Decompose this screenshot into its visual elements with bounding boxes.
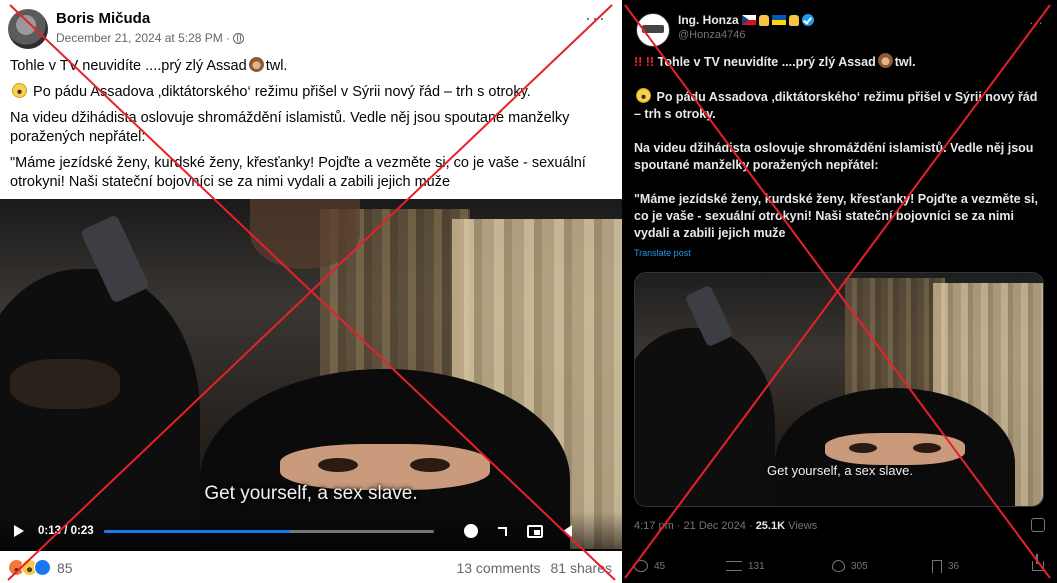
post-paragraph-3: Na videu džihádista oslovuje shromáždění… bbox=[634, 141, 1034, 172]
thumbs-up-icon bbox=[758, 14, 769, 26]
video-frame-eye bbox=[849, 443, 877, 453]
video-frame-eye bbox=[318, 458, 358, 472]
post-footer: 85 13 comments 81 shares bbox=[0, 556, 622, 583]
more-options-button[interactable]: ··· bbox=[585, 8, 606, 29]
post-text: Tohle v TV neuvidíte ....prý zlý Assad tw… bbox=[10, 57, 612, 199]
video-frame-eye bbox=[913, 443, 941, 453]
post-paragraph-4: "Máme jezídské ženy, kurdské ženy, křesť… bbox=[634, 192, 1038, 240]
author-avatar[interactable] bbox=[8, 9, 48, 49]
see-no-evil-monkey-icon bbox=[248, 57, 264, 72]
screaming-face-icon bbox=[636, 88, 651, 103]
play-icon[interactable] bbox=[14, 525, 24, 537]
video-time: 0:13 / 0:23 bbox=[38, 525, 94, 537]
timestamp-text[interactable]: December 21, 2024 at 5:28 PM · bbox=[56, 31, 230, 45]
author-name-row[interactable]: Ing. Honza bbox=[678, 13, 814, 27]
verified-badge-icon bbox=[801, 14, 814, 26]
post-time[interactable]: 4:17 pm · 21 Dec 2024 · bbox=[634, 520, 756, 532]
post-paragraph-1: !! !! Tohle v TV neuvidíte ....prý zlý A… bbox=[634, 53, 1044, 71]
translate-post-link[interactable]: Translate post bbox=[634, 245, 1044, 262]
author-name[interactable]: Ing. Honza bbox=[678, 13, 739, 27]
engagement-counts: 13 comments 81 shares bbox=[456, 560, 612, 576]
bookmark-button[interactable]: 36 bbox=[932, 559, 960, 573]
video-frame-face-left bbox=[10, 359, 120, 409]
double-exclamation-icons: !! !! bbox=[634, 55, 655, 69]
fullscreen-expand-icon[interactable] bbox=[497, 526, 507, 536]
reply-count: 45 bbox=[654, 560, 666, 572]
video-player[interactable]: Get yourself, a sex slave. 0:13 / 0:23 bbox=[0, 199, 622, 551]
screaming-face-icon bbox=[12, 83, 27, 98]
share-button[interactable] bbox=[1032, 554, 1044, 571]
post-text: !! !! Tohle v TV neuvidíte ....prý zlý A… bbox=[634, 53, 1044, 262]
shares-link[interactable]: 81 shares bbox=[551, 560, 612, 576]
views-count: 25.1K bbox=[755, 520, 786, 532]
x-post: Ing. Honza @Honza4746 ··· !! !! Tohle v … bbox=[622, 0, 1057, 583]
video-frame-face-center bbox=[825, 433, 965, 465]
post-paragraph-2: Po pádu Assadova ‚diktátorského‘ režimu … bbox=[10, 83, 612, 102]
ukraine-flag-icon bbox=[771, 15, 786, 25]
action-bar: 45 131 305 36 bbox=[622, 554, 1057, 577]
comments-link[interactable]: 13 comments bbox=[456, 560, 540, 576]
czech-flag-icon bbox=[741, 15, 756, 25]
video-media[interactable]: Get yourself, a sex slave. bbox=[634, 272, 1044, 507]
para1-text: Tohle v TV neuvidíte ....prý zlý Assad bbox=[10, 58, 247, 74]
grok-icon[interactable] bbox=[1031, 518, 1045, 532]
facebook-post: Boris Mičuda December 21, 2024 at 5:28 P… bbox=[0, 0, 622, 583]
video-progress-bar[interactable] bbox=[103, 529, 434, 533]
video-subtitle: Get yourself, a sex slave. bbox=[767, 463, 913, 478]
para1-end-text: twl. bbox=[265, 58, 288, 74]
post-meta: 4:17 pm · 21 Dec 2024 · 25.1K Views bbox=[634, 520, 817, 532]
line1-end-text: twl. bbox=[894, 55, 916, 69]
repost-icon bbox=[726, 561, 742, 571]
settings-gear-icon[interactable] bbox=[463, 524, 478, 538]
para2-text: Po pádu Assadova ‚diktátorského‘ režimu … bbox=[634, 90, 1038, 121]
globe-icon bbox=[233, 32, 245, 44]
reply-button[interactable]: 45 bbox=[634, 560, 665, 572]
see-no-evil-monkey-icon bbox=[877, 53, 893, 68]
video-frame-person-left bbox=[635, 328, 775, 506]
post-paragraph-2: Po pádu Assadova ‚diktátorského‘ režimu … bbox=[634, 88, 1044, 123]
bookmark-count: 36 bbox=[948, 560, 960, 572]
like-reaction-icon bbox=[34, 559, 51, 576]
like-count: 305 bbox=[851, 560, 868, 572]
views-label: Views bbox=[785, 520, 818, 532]
video-progress-fill bbox=[103, 529, 291, 533]
like-button[interactable]: 305 bbox=[832, 560, 868, 572]
reply-icon bbox=[634, 560, 648, 572]
video-frame-person-left bbox=[0, 269, 200, 551]
share-icon bbox=[1032, 554, 1044, 571]
picture-in-picture-icon[interactable] bbox=[526, 524, 543, 538]
repost-button[interactable]: 131 bbox=[726, 561, 765, 572]
video-controls: 0:13 / 0:23 bbox=[0, 511, 622, 551]
repost-count: 131 bbox=[748, 560, 765, 572]
post-paragraph-1: Tohle v TV neuvidíte ....prý zlý Assad tw… bbox=[10, 57, 612, 76]
bookmark-icon bbox=[932, 559, 942, 573]
line1-text: Tohle v TV neuvidíte ....prý zlý Assad bbox=[657, 55, 876, 69]
post-paragraph-3: Na videu džihádista oslovuje shromáždění… bbox=[10, 110, 570, 145]
video-frame-hand bbox=[250, 199, 360, 269]
thumbs-down-icon bbox=[788, 14, 799, 26]
author-avatar[interactable] bbox=[636, 13, 670, 47]
para2-text: Po pádu Assadova ‚diktátorského‘ režimu … bbox=[33, 84, 531, 100]
more-options-button[interactable]: ··· bbox=[1029, 14, 1043, 30]
post-timestamp[interactable]: December 21, 2024 at 5:28 PM · bbox=[56, 31, 245, 45]
author-name[interactable]: Boris Mičuda bbox=[56, 10, 150, 27]
reactions-summary[interactable]: 85 bbox=[8, 559, 73, 576]
video-frame-eye bbox=[410, 458, 450, 472]
heart-icon bbox=[832, 560, 845, 572]
volume-muted-icon[interactable] bbox=[562, 525, 572, 537]
author-handle[interactable]: @Honza4746 bbox=[678, 29, 745, 41]
reaction-count: 85 bbox=[57, 559, 73, 576]
video-subtitle: Get yourself, a sex slave. bbox=[204, 483, 418, 504]
post-paragraph-4: "Máme jezídské ženy, kurdské ženy, křesť… bbox=[10, 155, 586, 190]
